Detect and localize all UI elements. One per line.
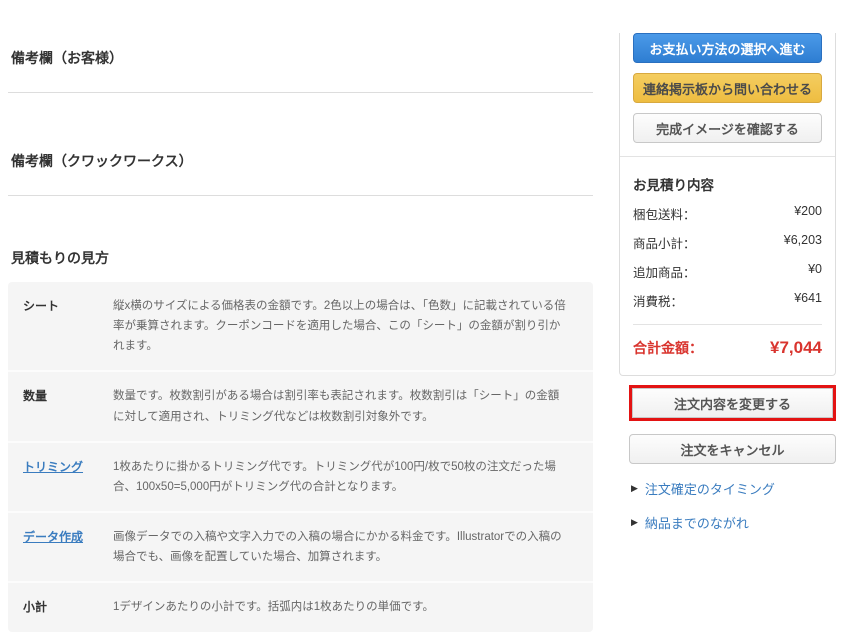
notes-customer-heading: 備考欄（お客様） [11, 50, 123, 66]
triangle-right-icon: ▶ [631, 483, 638, 493]
estimate-value: ¥6,203 [783, 233, 822, 247]
glossary-term-trimming-link[interactable]: トリミング [23, 457, 113, 497]
estimate-label: 消費税： [633, 295, 684, 309]
order-actions: 注文内容を変更する 注文をキャンセル ▶ 注文確定のタイミング ▶ 納品までのな… [629, 385, 836, 532]
glossary-term-data-creation-link[interactable]: データ作成 [23, 527, 113, 567]
estimate-value: ¥641 [794, 291, 822, 305]
glossary-heading: 見積もりの見方 [11, 250, 109, 266]
estimate-value: ¥200 [794, 204, 822, 218]
table-row: 数量 数量です。枚数割引がある場合は割引率も表記されます。枚数割引は「シート」の… [8, 370, 593, 440]
link-label: 納品までのながれ [644, 516, 749, 531]
estimate-label: 商品小計： [633, 237, 696, 251]
table-row: 小計 1デザインあたりの小計です。括弧内は1枚あたりの単価です。 [8, 581, 593, 631]
estimate-row-additional: 追加商品： ¥0 [633, 262, 822, 281]
highlight-annotation: 注文内容を変更する [629, 385, 836, 421]
estimate-label: 追加商品： [633, 266, 696, 280]
table-row: シート 縦x横のサイズによる価格表の金額です。2色以上の場合は、「色数」に記載さ… [8, 282, 593, 370]
total-value: ¥7,044 [770, 338, 822, 357]
table-row: データ作成 画像データでの入稿や文字入力での入稿の場合にかかる料金です。Illu… [8, 510, 593, 581]
divider [8, 195, 593, 196]
glossary-desc: 数量です。枚数割引がある場合は割引率も表記されます。枚数割引は「シート」の金額に… [113, 390, 560, 423]
delivery-flow-link[interactable]: ▶ 納品までのながれ [629, 513, 836, 532]
check-image-button[interactable]: 完成イメージを確認する [633, 113, 822, 143]
glossary-term-quantity: 数量 [23, 389, 48, 404]
cancel-order-button[interactable]: 注文をキャンセル [629, 434, 836, 464]
glossary-desc: 縦x横のサイズによる価格表の金額です。2色以上の場合は、「色数」に記載されている… [113, 300, 566, 353]
estimate-heading: お見積り内容 [633, 178, 714, 193]
change-order-button[interactable]: 注文内容を変更する [632, 388, 833, 418]
glossary-desc: 画像データでの入稿や文字入力での入稿の場合にかかる料金です。Illustrato… [113, 530, 562, 563]
total-label: 合計金額： [633, 340, 703, 356]
triangle-right-icon: ▶ [631, 517, 638, 527]
order-sidebar: お支払い方法の選択へ進む 連絡掲示板から問い合わせる 完成イメージを確認する お… [619, 0, 836, 532]
link-label: 注文確定のタイミング [644, 482, 775, 497]
glossary-table: シート 縦x横のサイズによる価格表の金額です。2色以上の場合は、「色数」に記載さ… [8, 282, 593, 632]
estimate-row-shipping: 梱包送料： ¥200 [633, 204, 822, 223]
main-content: 備考欄（お客様） 備考欄（クワックワークス） 見積もりの見方 シート 縦x横のサ… [8, 0, 593, 632]
table-row: トリミング 1枚あたりに掛かるトリミング代です。トリミング代が100円/枚で50… [8, 440, 593, 511]
order-summary-card: お支払い方法の選択へ進む 連絡掲示板から問い合わせる 完成イメージを確認する お… [619, 33, 836, 376]
contact-board-button[interactable]: 連絡掲示板から問い合わせる [633, 73, 822, 103]
glossary-term-sheet: シート [23, 299, 60, 313]
glossary-desc: 1枚あたりに掛かるトリミング代です。トリミング代が100円/枚で50枚の注文だっ… [113, 460, 556, 493]
notes-company-heading: 備考欄（クワックワークス） [11, 153, 193, 169]
divider [633, 324, 822, 325]
estimate-row-tax: 消費税： ¥641 [633, 291, 822, 310]
estimate-label: 梱包送料： [633, 208, 696, 222]
estimate-row-subtotal: 商品小計： ¥6,203 [633, 233, 822, 252]
estimate-value: ¥0 [808, 262, 822, 276]
divider [620, 156, 835, 157]
order-confirm-timing-link[interactable]: ▶ 注文確定のタイミング [629, 479, 836, 498]
proceed-payment-button[interactable]: お支払い方法の選択へ進む [633, 33, 822, 63]
divider [8, 92, 593, 93]
glossary-term-subtotal: 小計 [23, 600, 48, 615]
glossary-desc: 1デザインあたりの小計です。括弧内は1枚あたりの単価です。 [113, 601, 434, 614]
estimate-total-row: 合計金額： ¥7,044 [633, 338, 822, 358]
